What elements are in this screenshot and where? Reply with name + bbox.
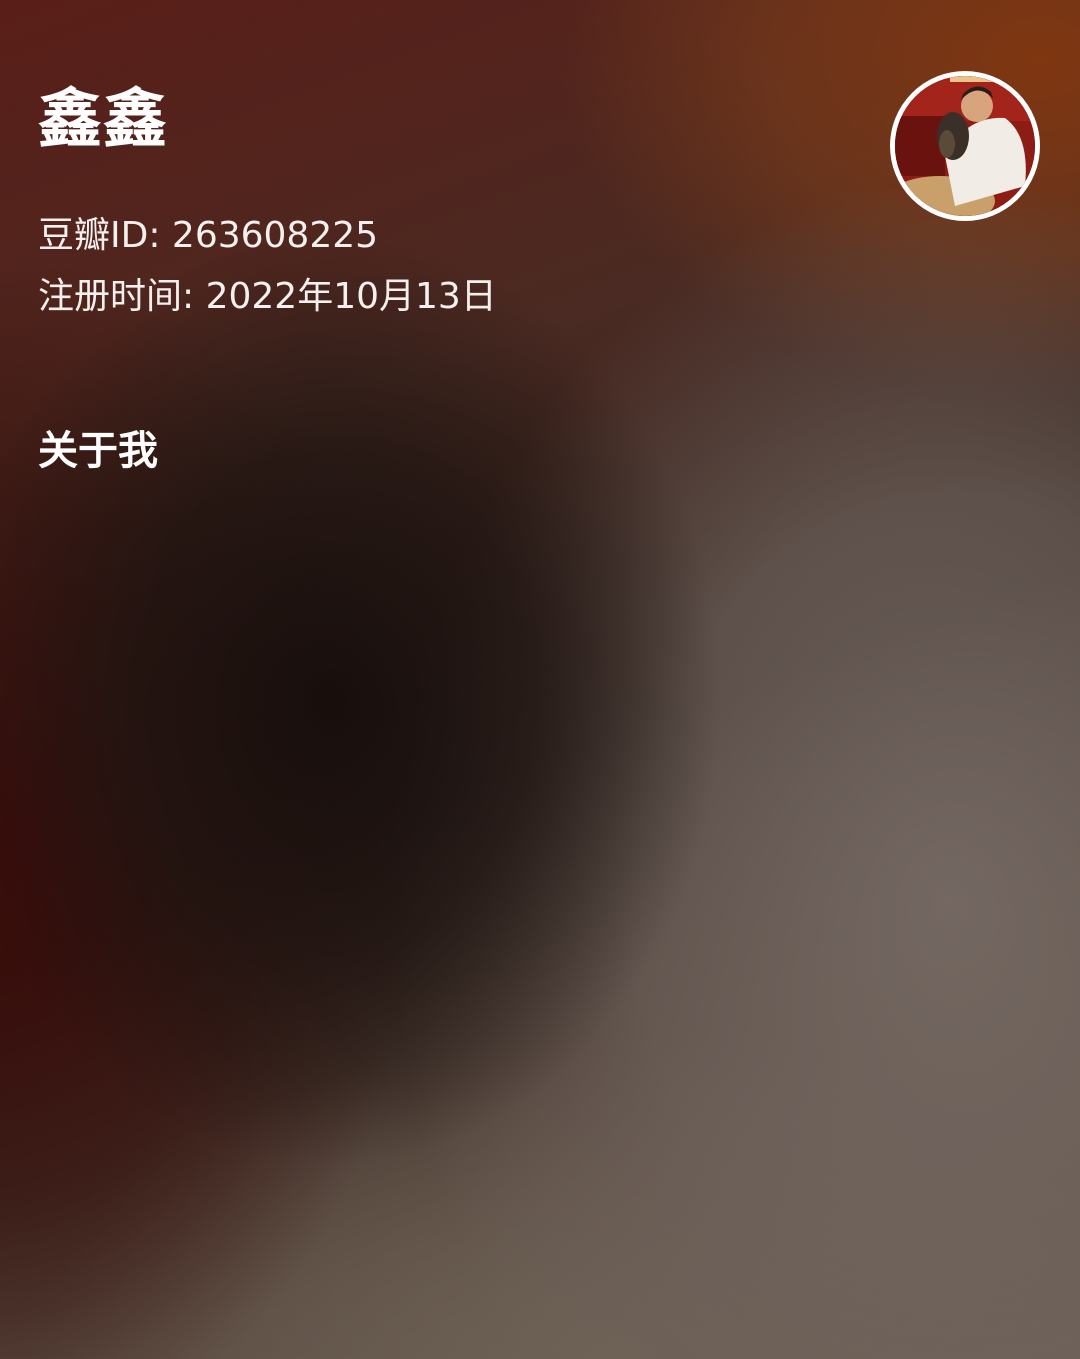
about-me-heading: 关于我: [38, 428, 158, 474]
profile-nickname: 鑫鑫: [38, 83, 168, 157]
register-date: 注册时间: 2022年10月13日: [38, 276, 497, 317]
douban-id: 豆瓣ID: 263608225: [38, 215, 379, 256]
avatar[interactable]: [890, 71, 1040, 221]
avatar-photo-icon: [895, 76, 1035, 216]
